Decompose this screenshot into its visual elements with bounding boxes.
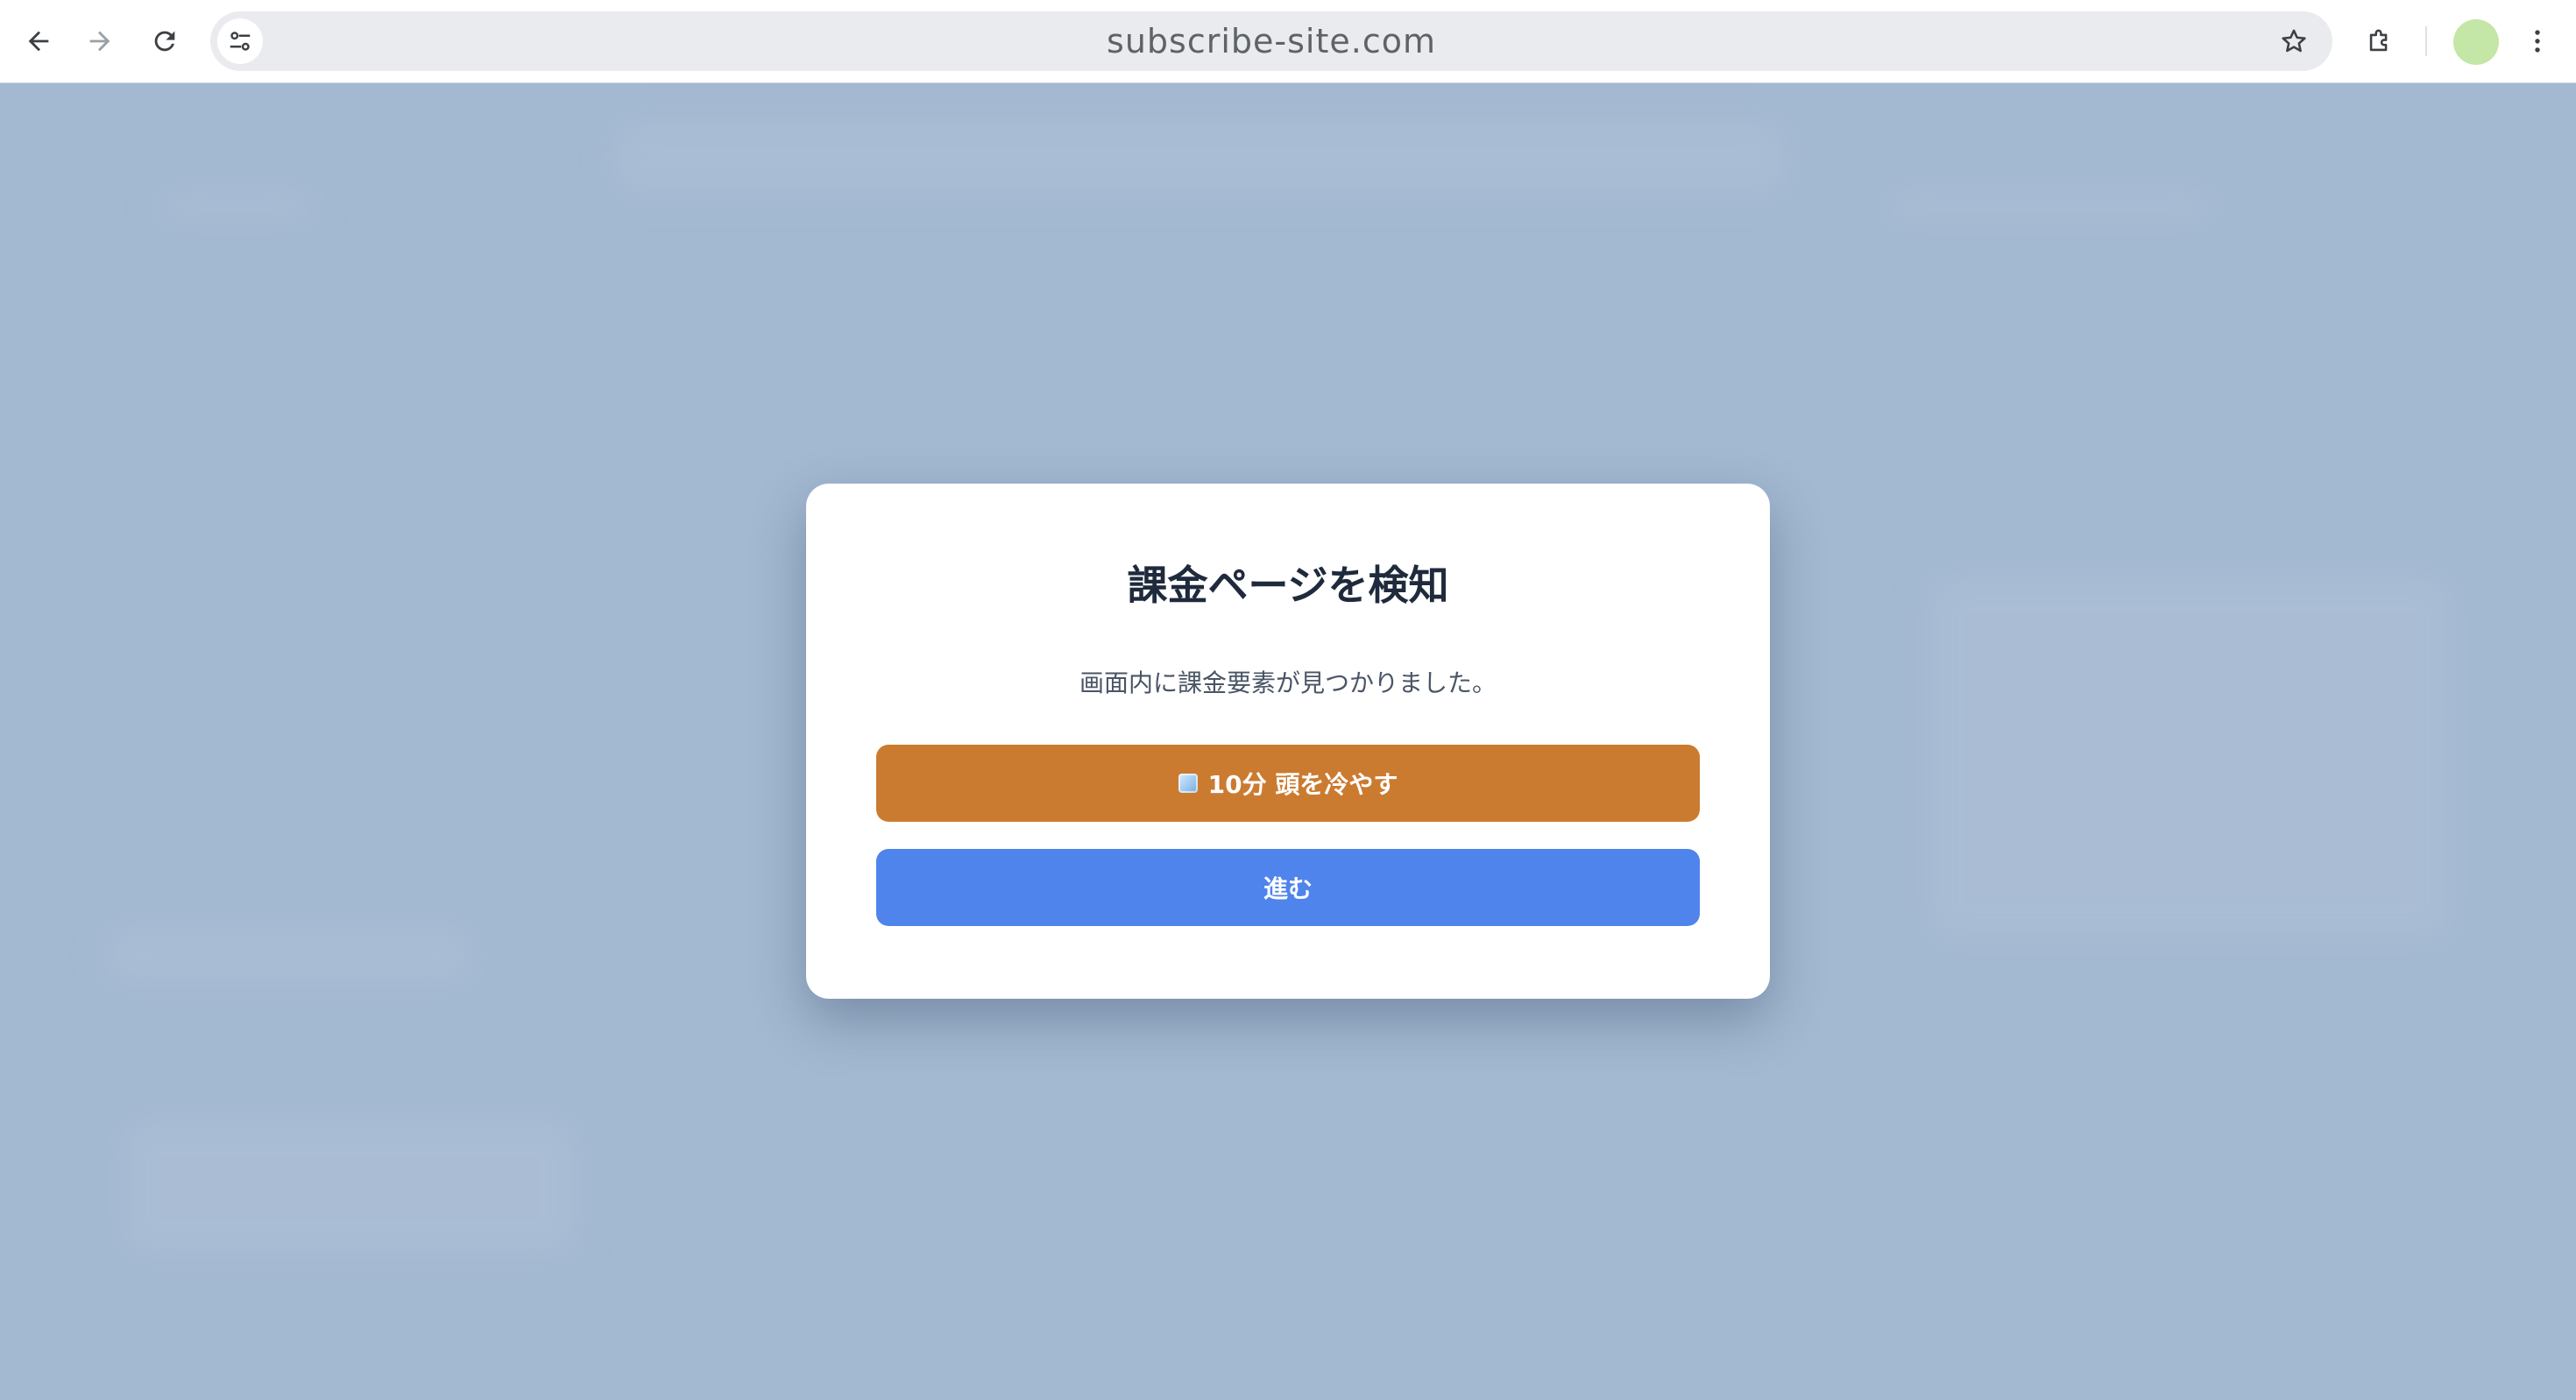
back-button[interactable] — [16, 18, 61, 64]
blurred-region — [1884, 188, 2217, 223]
page-viewport: 課金ページを検知 画面内に課金要素が見つかりました。 10分 頭を冷やす 進む — [0, 83, 2576, 1400]
url-text[interactable]: subscribe-site.com — [210, 11, 2332, 71]
bookmark-button[interactable] — [2271, 18, 2317, 64]
star-icon — [2282, 29, 2306, 53]
forward-button[interactable] — [77, 18, 123, 64]
extensions-button[interactable] — [2357, 18, 2403, 64]
cool-down-button[interactable]: 10分 頭を冷やす — [876, 745, 1700, 822]
kebab-menu-icon — [2535, 30, 2540, 53]
blurred-region — [158, 188, 315, 223]
proceed-button[interactable]: 進む — [876, 849, 1700, 926]
profile-avatar[interactable] — [2453, 19, 2499, 65]
back-arrow-icon — [28, 31, 49, 52]
blurred-region — [1928, 574, 2453, 942]
dialog-title: 課金ページを検知 — [1127, 562, 1449, 609]
blurred-region — [613, 118, 1787, 197]
browser-menu-button[interactable] — [2515, 18, 2560, 64]
blurred-region — [105, 924, 473, 986]
ice-cube-icon — [1178, 774, 1198, 793]
dialog-message: 画面内に課金要素が見つかりました。 — [1079, 668, 1497, 697]
reload-button[interactable] — [142, 18, 188, 64]
blurred-region — [123, 1117, 578, 1257]
browser-toolbar: subscribe-site.com — [0, 0, 2576, 83]
reload-icon — [154, 31, 175, 52]
toolbar-divider — [2425, 26, 2427, 56]
address-bar[interactable]: subscribe-site.com — [210, 11, 2332, 71]
forward-arrow-icon — [89, 31, 110, 52]
browser-window: subscribe-site.com 課金ページを検知 画面内に課金要素が見つか… — [0, 0, 2576, 1400]
proceed-button-label: 進む — [1263, 874, 1313, 903]
billing-detected-dialog: 課金ページを検知 画面内に課金要素が見つかりました。 10分 頭を冷やす 進む — [806, 484, 1770, 999]
puzzle-icon — [2369, 29, 2388, 52]
cool-down-button-label: 10分 頭を冷やす — [1207, 770, 1398, 799]
